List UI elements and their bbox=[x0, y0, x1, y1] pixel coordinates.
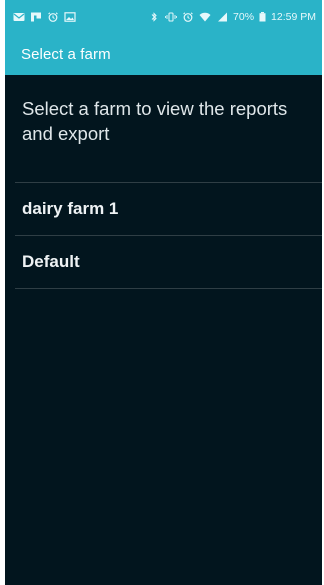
vibrate-icon bbox=[165, 12, 177, 22]
instructions-text: Select a farm to view the reports and ex… bbox=[22, 98, 288, 144]
battery-icon bbox=[259, 11, 266, 22]
farm-item-label: dairy farm 1 bbox=[22, 199, 119, 218]
farm-list: dairy farm 1 Default bbox=[15, 182, 322, 289]
alarm-clock-icon bbox=[47, 11, 59, 22]
bluetooth-icon bbox=[148, 11, 160, 22]
battery-percent: 70% bbox=[233, 10, 255, 23]
page-title: Select a farm bbox=[21, 45, 111, 63]
alarm-clock-icon bbox=[182, 11, 194, 22]
wifi-icon bbox=[199, 12, 211, 22]
app-screen: 70% 12:59 PM Select a farm Select a farm… bbox=[5, 0, 322, 585]
status-left-icons bbox=[13, 11, 76, 22]
flipboard-icon bbox=[30, 12, 42, 22]
mail-icon bbox=[13, 12, 25, 22]
status-bar: 70% 12:59 PM bbox=[5, 0, 322, 33]
clock-time: 12:59 PM bbox=[271, 10, 316, 23]
action-bar: Select a farm bbox=[5, 33, 322, 75]
farm-item-dairy-farm-1[interactable]: dairy farm 1 bbox=[15, 183, 322, 235]
farm-item-label: Default bbox=[22, 252, 80, 271]
farm-item-default[interactable]: Default bbox=[15, 236, 322, 288]
image-icon bbox=[64, 11, 76, 22]
list-divider bbox=[15, 288, 322, 289]
status-right-icons: 70% 12:59 PM bbox=[148, 11, 316, 23]
signal-icon bbox=[216, 12, 228, 22]
